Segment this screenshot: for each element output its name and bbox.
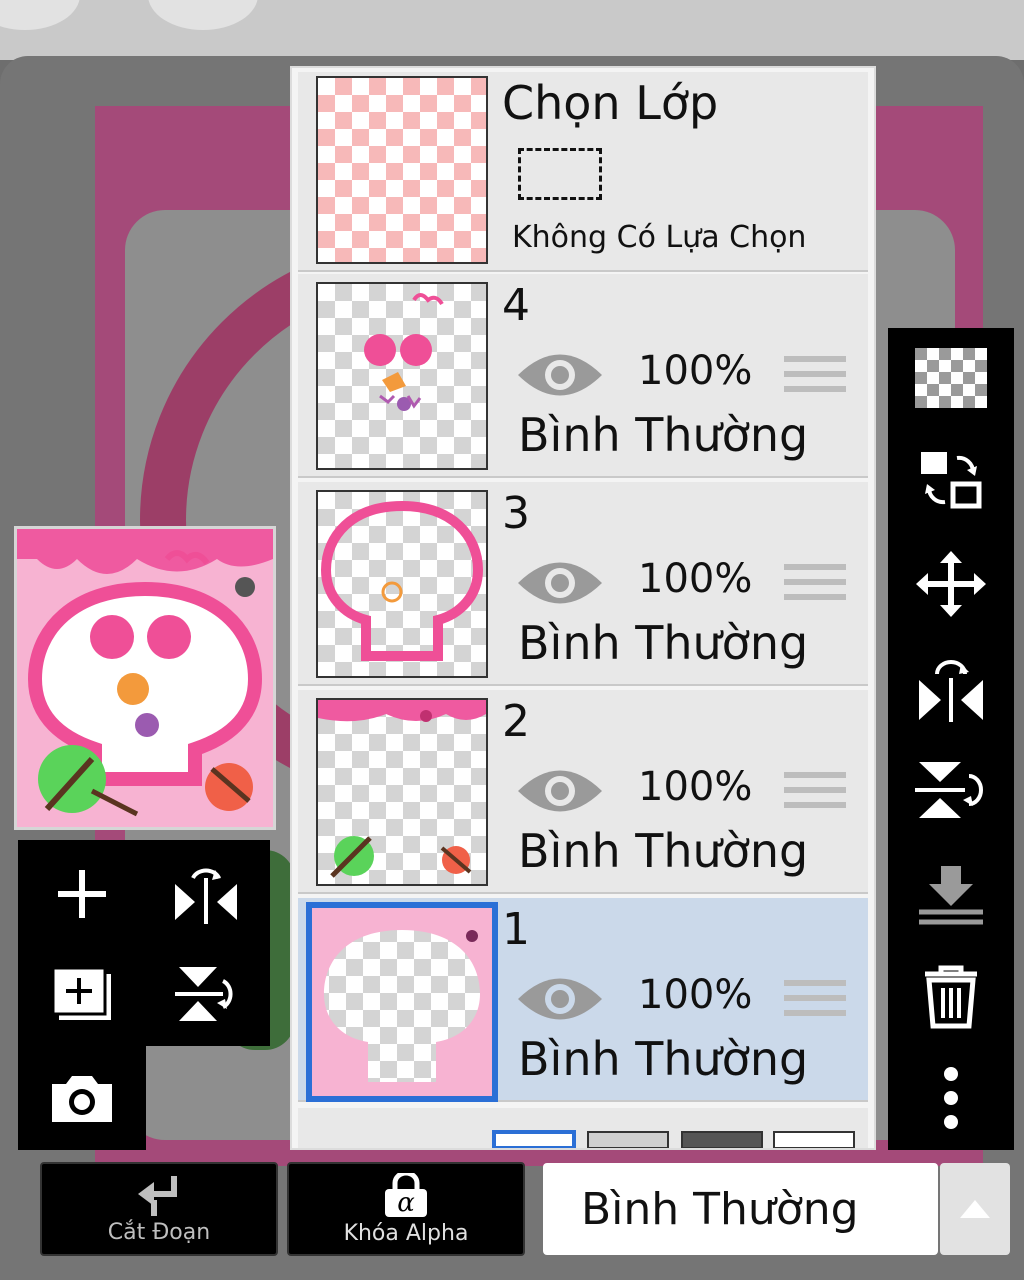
add-copy-layer-icon[interactable] [44, 956, 120, 1032]
layer-opacity[interactable]: 100% [638, 764, 752, 810]
visibility-eye-icon[interactable] [516, 972, 604, 1030]
swap-layer-icon[interactable] [908, 440, 994, 520]
layer-number: 3 [502, 488, 530, 539]
alpha-lock-icon: α [385, 1172, 427, 1218]
left-tool-panel-lower [18, 1046, 146, 1150]
layer-row[interactable]: 3 100% Bình Thường [298, 482, 868, 686]
chevron-up-icon [960, 1200, 990, 1218]
selection-layer-status: Không Có Lựa Chọn [512, 220, 807, 255]
layer-number: 1 [502, 904, 530, 955]
top-bar [0, 0, 1024, 60]
visibility-eye-icon[interactable] [516, 764, 604, 822]
add-layer-icon[interactable] [44, 856, 120, 932]
undo-button[interactable] [0, 0, 80, 30]
layer-number: 4 [502, 280, 530, 331]
blend-mode-dropdown-button[interactable] [940, 1163, 1010, 1255]
left-tool-panel [18, 840, 270, 1046]
move-icon[interactable] [908, 544, 994, 624]
more-vert-icon[interactable] [908, 1058, 994, 1138]
layer-opacity[interactable]: 100% [638, 348, 752, 394]
layer-thumbnail [316, 490, 488, 678]
layer-blend-mode: Bình Thường [518, 616, 809, 670]
background-layer-strip[interactable] [298, 1108, 868, 1148]
selection-layer-thumbnail [316, 76, 488, 264]
layer-row[interactable]: 2 100% Bình Thường [298, 690, 868, 894]
svg-text:α: α [397, 1188, 415, 1218]
clip-button[interactable]: Cắt Đoạn [40, 1162, 278, 1256]
flip-vertical-icon[interactable] [908, 750, 994, 830]
layer-thumbnail [316, 698, 488, 886]
blend-mode-select[interactable]: Bình Thường [543, 1163, 938, 1255]
flip-horizontal-icon[interactable] [168, 856, 244, 932]
layer-opacity[interactable]: 100% [638, 972, 752, 1018]
clip-arrow-icon [138, 1175, 177, 1216]
flip-horizontal-icon[interactable] [908, 650, 994, 730]
alpha-lock-label: Khóa Alpha [343, 1220, 469, 1246]
drag-handle-icon[interactable] [784, 772, 846, 817]
merge-down-icon[interactable] [908, 854, 994, 934]
right-tool-panel [888, 328, 1014, 1150]
redo-button[interactable] [148, 0, 258, 30]
layer-opacity[interactable]: 100% [638, 556, 752, 602]
layer-thumbnail [316, 282, 488, 470]
flip-vertical-icon[interactable] [168, 956, 244, 1032]
layer-thumbnail [306, 902, 498, 1102]
transparency-icon[interactable] [908, 338, 994, 418]
layer-number: 2 [502, 696, 530, 747]
visibility-eye-icon[interactable] [516, 348, 604, 406]
layer-row[interactable]: 4 100% Bình Thường [298, 274, 868, 478]
layer-blend-mode: Bình Thường [518, 1032, 809, 1086]
alpha-lock-button[interactable]: α Khóa Alpha [287, 1162, 525, 1256]
layer-panel: Chọn Lớp Không Có Lựa Chọn 4 100% Bình T… [290, 66, 876, 1150]
clip-label: Cắt Đoạn [107, 1219, 211, 1245]
canvas-preview[interactable] [14, 526, 276, 830]
camera-icon[interactable] [44, 1060, 120, 1136]
trash-icon[interactable] [908, 956, 994, 1036]
layer-blend-mode: Bình Thường [518, 824, 809, 878]
selection-layer-row[interactable]: Chọn Lớp Không Có Lựa Chọn [298, 72, 868, 272]
layer-row-selected[interactable]: 1 100% Bình Thường [298, 898, 868, 1102]
drag-handle-icon[interactable] [784, 980, 846, 1025]
visibility-eye-icon[interactable] [516, 556, 604, 614]
selection-dashed-icon [518, 148, 602, 200]
selection-layer-title: Chọn Lớp [502, 76, 719, 130]
layer-blend-mode: Bình Thường [518, 408, 809, 462]
drag-handle-icon[interactable] [784, 564, 846, 609]
drag-handle-icon[interactable] [784, 356, 846, 401]
